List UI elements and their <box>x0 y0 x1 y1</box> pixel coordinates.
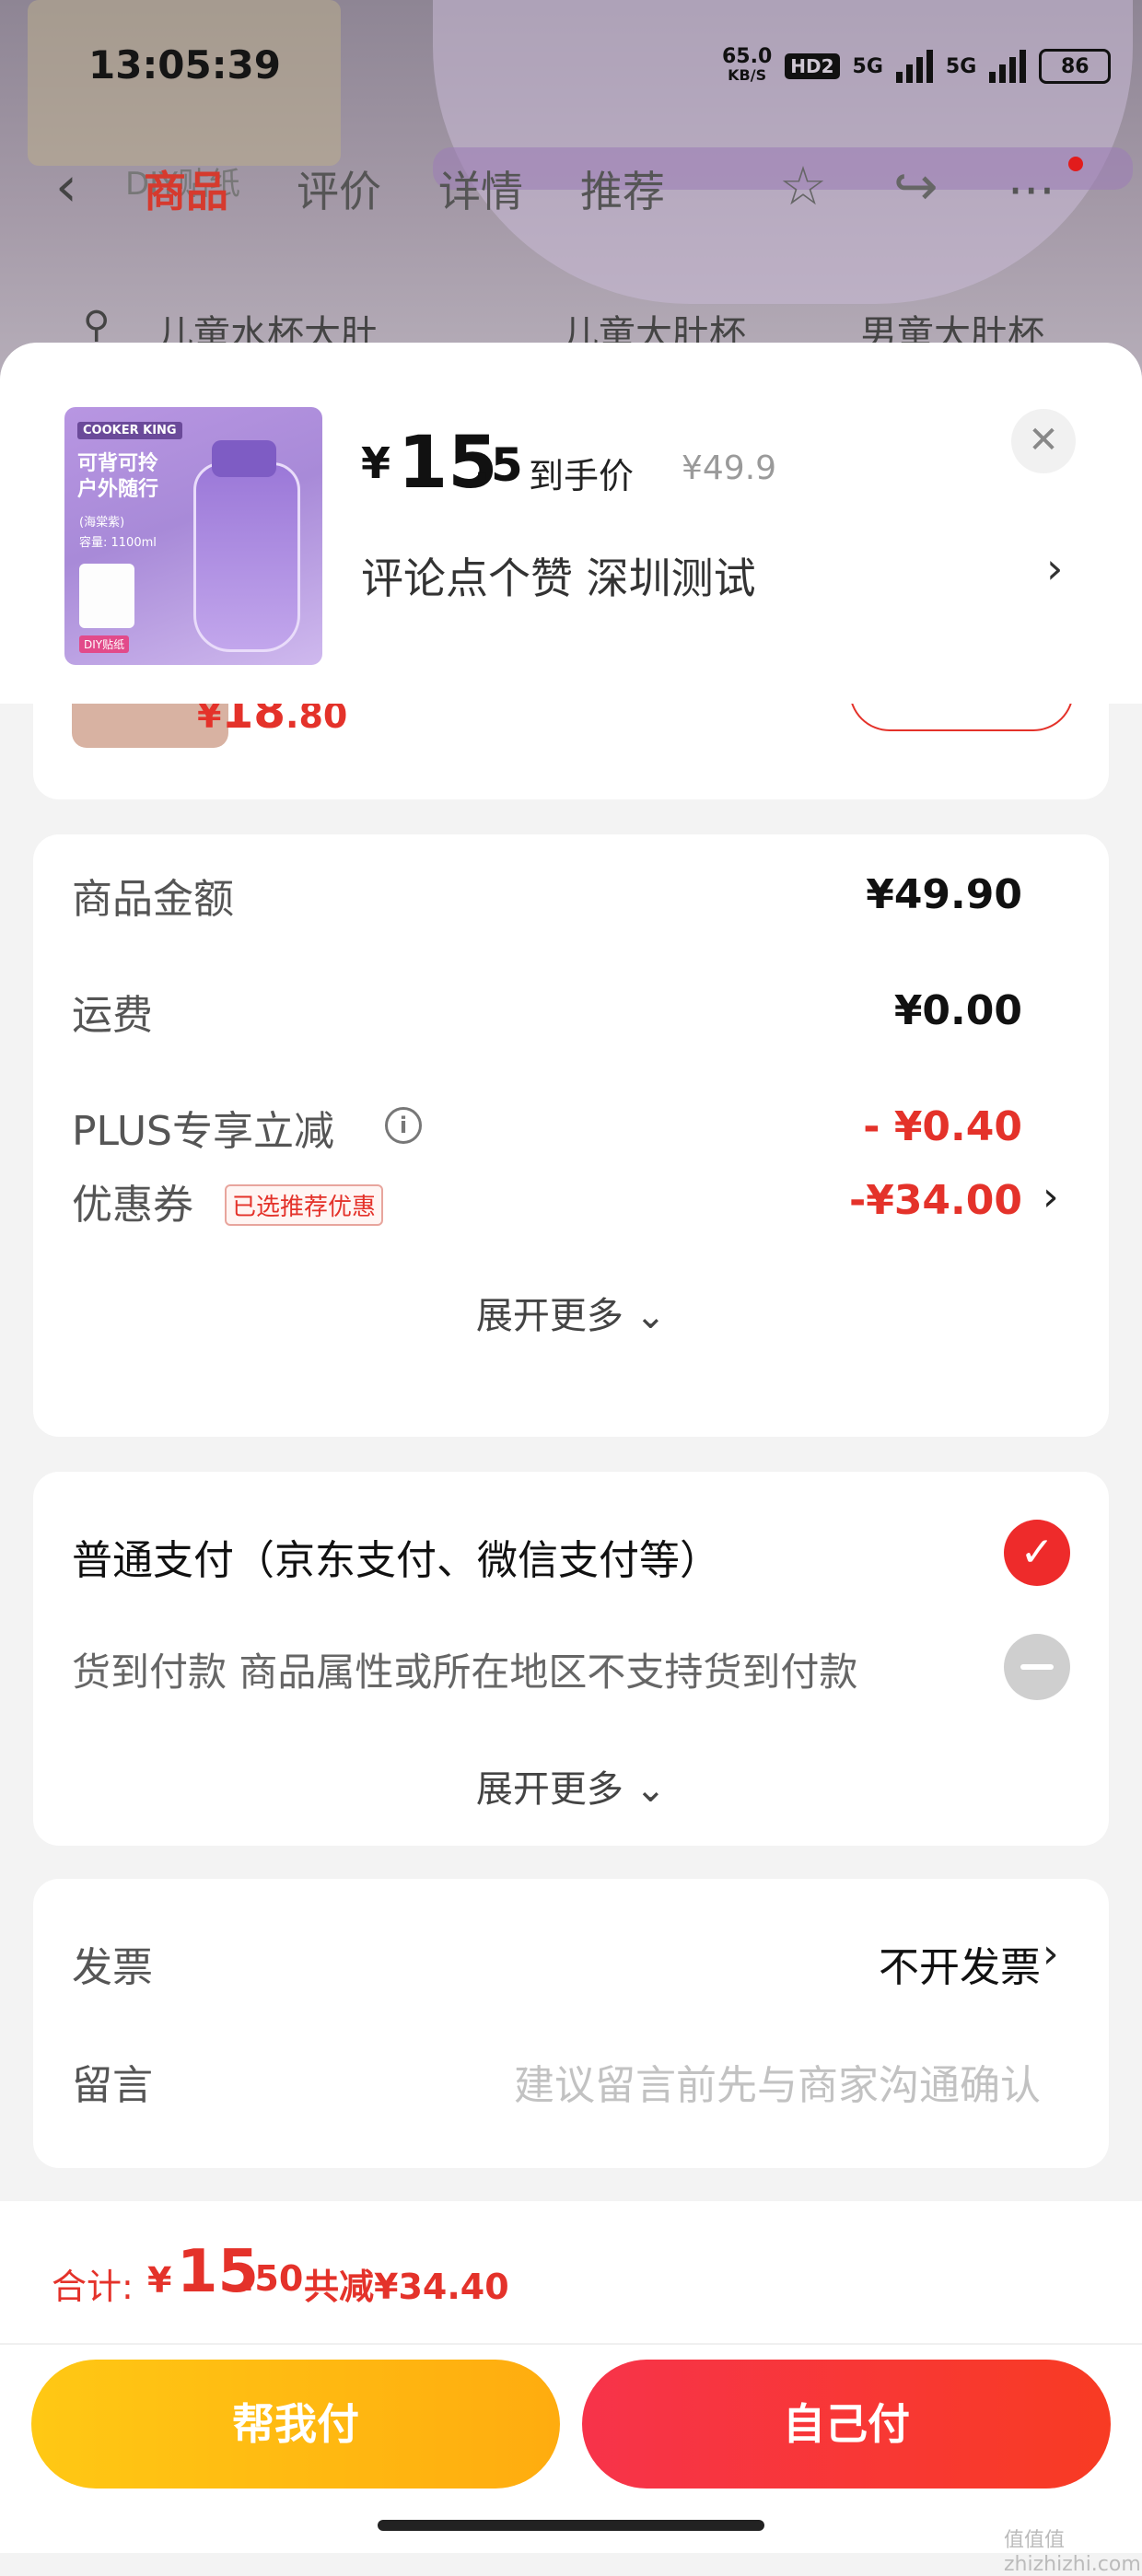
sticker-image <box>79 564 134 628</box>
row-label-shipping: 运费 <box>72 992 153 1039</box>
tab-detail[interactable]: 详情 <box>438 158 523 219</box>
total-decimal: .50 <box>241 2258 304 2299</box>
expand-more-payment[interactable]: 展开更多 ⌄ <box>33 1759 1109 1813</box>
thumb-brand: COOKER KING <box>77 422 182 439</box>
row-value-plus-discount: - ¥0.40 <box>863 1103 1022 1150</box>
hd-icon: HD2 <box>785 53 840 79</box>
help-pay-button[interactable]: 帮我付 <box>31 2360 560 2489</box>
payment-normal-label[interactable]: 普通支付（京东支付、微信支付等） <box>72 1527 720 1586</box>
note-label: 留言 <box>72 2062 153 2109</box>
row-label-coupon: 优惠券 <box>72 1182 193 1229</box>
thumb-tagline: 可背可拎 户外随行 <box>77 452 159 501</box>
expand-more-label: 展开更多 <box>475 1768 623 1811</box>
bottle-image <box>193 462 300 652</box>
payment-card: 普通支付（京东支付、微信支付等） ✓ 货到付款 商品属性或所在地区不支持货到付款… <box>33 1472 1109 1846</box>
invoice-value[interactable]: 不开发票 <box>718 1934 1041 1993</box>
home-indicator[interactable] <box>378 2520 764 2531</box>
background-product-page: 13:05:39 65.0 KB/S HD2 5G 5G 86 ‹ DIY贴纸 … <box>0 0 1142 387</box>
signal-2-label: 5G <box>945 54 977 78</box>
total-label: 合计: <box>52 2267 134 2307</box>
row-value-coupon[interactable]: -¥34.00 <box>654 1177 1022 1224</box>
chevron-down-icon: ⌄ <box>635 1295 667 1337</box>
chevron-down-icon: ⌄ <box>635 1768 667 1811</box>
chevron-right-icon[interactable]: › <box>1043 1173 1059 1220</box>
share-icon[interactable]: ↪ <box>893 155 938 217</box>
price-summary-card-bottom: 优惠券 已选推荐优惠 -¥34.00 › 展开更多 ⌄ <box>33 1149 1109 1437</box>
signal-1-icon <box>895 50 933 83</box>
tab-review[interactable]: 评价 <box>297 158 381 219</box>
thumb-diy-label: DIY贴纸 <box>79 635 130 653</box>
row-value-subtotal: ¥49.90 <box>866 871 1022 918</box>
chevron-right-icon[interactable]: › <box>1043 1930 1059 1977</box>
checkmark-icon[interactable]: ✓ <box>1004 1520 1070 1586</box>
status-time: 13:05:39 <box>88 42 281 87</box>
payment-cod-label: 货到付款 商品属性或所在地区不支持货到付款 <box>72 1649 858 1695</box>
status-bar: 13:05:39 65.0 KB/S HD2 5G 5G 86 <box>0 0 1142 138</box>
signal-1-label: 5G <box>852 54 883 78</box>
expand-more-summary[interactable]: 展开更多 ⌄ <box>33 1286 1109 1339</box>
price-summary-card: 商品金额 ¥49.90 运费 ¥0.00 PLUS专享立减 i - ¥0.40 <box>33 834 1109 1177</box>
net-speed-value: 65.0 <box>722 45 773 68</box>
bottle-lid-image <box>212 440 276 477</box>
total-yen: ¥ <box>147 2260 172 2301</box>
invoice-label: 发票 <box>72 1944 153 1991</box>
row-label-subtotal: 商品金额 <box>72 876 234 923</box>
price-yen: ¥ <box>361 438 391 488</box>
disabled-icon <box>1004 1634 1070 1700</box>
price-label: 到手价 <box>529 456 635 496</box>
tab-product[interactable]: 商品 <box>144 158 228 219</box>
net-speed-unit: KB/S <box>728 66 767 84</box>
close-icon[interactable]: ✕ <box>1011 409 1076 473</box>
coupon-badge: 已选推荐优惠 <box>225 1184 384 1226</box>
more-icon[interactable]: ··· <box>1008 162 1055 220</box>
checkout-footer: 合计: ¥ 15 .50 共减¥34.40 帮我付 自己付 值值值 zhizhi… <box>0 2201 1142 2576</box>
notification-dot <box>1068 157 1083 171</box>
product-subtitle[interactable]: 评论点个赞 深圳测试 <box>361 545 756 606</box>
total-saved: 共减¥34.40 <box>304 2267 509 2307</box>
invoice-note-card: 发票 不开发票 › 留言 建议留言前先与商家沟通确认 <box>33 1879 1109 2168</box>
row-value-shipping: ¥0.00 <box>893 987 1022 1034</box>
divider <box>0 2343 1142 2345</box>
self-pay-button[interactable]: 自己付 <box>582 2360 1111 2489</box>
thumb-capacity: 容量: 1100ml <box>79 536 157 550</box>
net-speed: 65.0 KB/S <box>722 45 773 85</box>
watermark: 值值值 zhizhizhi.com <box>1004 2529 1141 2576</box>
back-arrow-icon[interactable]: ‹ <box>55 155 77 219</box>
thumb-subtitle: (海棠紫) <box>79 516 125 530</box>
chevron-right-icon[interactable]: › <box>1046 543 1063 593</box>
original-price: ¥49.9 <box>682 449 777 487</box>
favorite-star-icon[interactable]: ☆ <box>779 155 827 217</box>
signal-2-icon <box>989 50 1027 83</box>
search-icon[interactable]: ⚲ <box>83 304 110 346</box>
expand-more-label: 展开更多 <box>475 1295 623 1337</box>
battery-icon: 86 <box>1039 49 1112 84</box>
row-label-plus-discount: PLUS专享立减 <box>72 1108 334 1155</box>
note-input[interactable]: 建议留言前先与商家沟通确认 <box>414 2052 1041 2111</box>
product-thumbnail: COOKER KING 可背可拎 户外随行 (海棠紫) 容量: 1100ml D… <box>64 407 322 665</box>
info-icon[interactable]: i <box>385 1107 422 1144</box>
status-icons: 65.0 KB/S HD2 5G 5G 86 <box>722 45 1112 85</box>
tab-recommend[interactable]: 推荐 <box>580 158 665 219</box>
sheet-header: COOKER KING 可背可拎 户外随行 (海棠紫) 容量: 1100ml D… <box>0 343 1142 704</box>
price-decimal: .5 <box>473 438 523 492</box>
